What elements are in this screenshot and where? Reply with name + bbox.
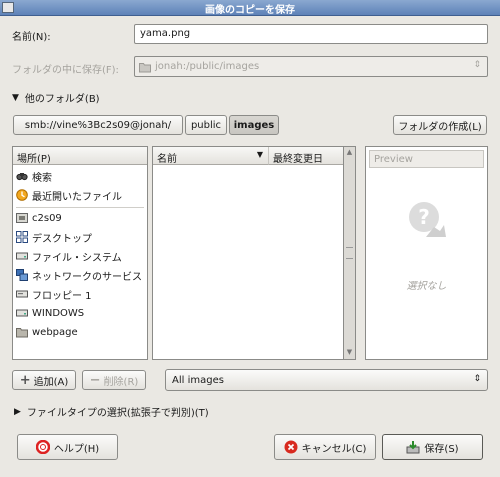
column-header-name-label: 名前 [157, 154, 177, 165]
filename-value: yama.png [140, 28, 191, 39]
places-item-webpage[interactable]: webpage [16, 323, 78, 341]
files-scrollbar[interactable]: ▲ ▼ [344, 146, 356, 360]
path-button-images-label: images [233, 119, 275, 131]
window-title: 画像のコピーを保存 [205, 5, 295, 16]
places-item-label: 最近開いたファイル [32, 191, 122, 203]
other-folders-expander[interactable]: ▼ 他のフォルダ(B) [12, 90, 100, 106]
save-button[interactable]: 保存(S) [382, 434, 483, 460]
places-header[interactable]: 場所(P) [13, 147, 147, 165]
name-label: 名前(N): [12, 32, 51, 43]
path-button-root-label: smb://vine%3Bc2s09@jonah/ [24, 119, 172, 131]
remove-place-button[interactable]: − 削除(R) [82, 370, 146, 390]
places-item-floppy[interactable]: フロッピー 1 [16, 285, 92, 303]
pane-grip-icon [346, 247, 353, 259]
save-in-value: jonah:/public/images [155, 61, 260, 72]
help-button[interactable]: ヘルプ(H) [17, 434, 118, 460]
sort-arrow-icon: ▼ [256, 150, 263, 159]
file-filter-combo[interactable]: All images ⇕ [165, 369, 488, 391]
places-item-desktop[interactable]: デスクトップ [16, 228, 92, 246]
places-item-filesystem[interactable]: ファイル・システム [16, 247, 122, 265]
files-panel: 名前 ▼ 最終変更日 [152, 146, 344, 360]
help-icon [35, 440, 50, 454]
floppy-icon [16, 290, 28, 298]
network-icon [16, 269, 28, 281]
file-filter-value: All images [172, 374, 224, 386]
recent-icon [16, 189, 28, 201]
combo-arrows-icon: ⇕ [473, 374, 481, 384]
add-place-button[interactable]: + 追加(A) [12, 370, 76, 390]
save-in-combo[interactable]: jonah:/public/images ⇕ [134, 56, 488, 77]
create-folder-label: フォルダの作成(L) [398, 121, 482, 133]
scroll-down-arrow-icon[interactable]: ▼ [345, 348, 354, 358]
remove-place-label: 削除(R) [103, 376, 139, 388]
column-header-modified-label: 最終変更日 [273, 154, 323, 165]
preview-panel: Preview ? 選択なし [365, 146, 488, 360]
other-folders-label: 他のフォルダ(B) [24, 94, 100, 105]
title-bar: 画像のコピーを保存 [0, 0, 500, 16]
places-item-label: ファイル・システム [32, 252, 122, 264]
folder-icon [16, 328, 28, 338]
preview-header-label: Preview [374, 154, 413, 165]
places-item-label: デスクトップ [32, 233, 92, 245]
places-item-recent[interactable]: 最近開いたファイル [16, 186, 122, 204]
expander-closed-icon: ▶ [14, 406, 21, 417]
cancel-label: キャンセル(C) [301, 443, 367, 455]
scroll-up-arrow-icon[interactable]: ▲ [345, 148, 354, 158]
places-item-network[interactable]: ネットワークのサービス [16, 266, 142, 284]
places-item-label: フロッピー 1 [32, 290, 92, 302]
drive-icon [16, 309, 28, 317]
cancel-button[interactable]: キャンセル(C) [274, 434, 376, 460]
remove-icon: − [89, 372, 101, 388]
save-label: 保存(S) [424, 443, 459, 455]
add-place-label: 追加(A) [33, 376, 69, 388]
search-icon [16, 173, 28, 181]
places-item-windows[interactable]: WINDOWS [16, 304, 84, 322]
path-button-public[interactable]: public [185, 115, 227, 135]
path-button-root[interactable]: smb://vine%3Bc2s09@jonah/ [13, 115, 183, 135]
save-in-label: フォルダの中に保存(F): [12, 65, 119, 76]
no-preview-icon: ? [409, 202, 446, 237]
home-folder-icon [16, 213, 28, 223]
places-item-label: ネットワークのサービス [32, 271, 142, 283]
places-item-search[interactable]: 検索 [16, 167, 52, 185]
places-header-label: 場所(P) [17, 154, 51, 165]
path-button-public-label: public [190, 119, 222, 131]
combo-arrows-icon: ⇕ [473, 60, 481, 70]
save-icon [406, 441, 420, 454]
folder-icon [139, 62, 151, 72]
column-header-modified[interactable]: 最終変更日 [269, 147, 343, 165]
places-panel: 場所(P) 検索 最近開いたファイル c2s09 デスクトップ ファイル・システ… [12, 146, 148, 360]
cancel-icon [284, 440, 298, 454]
places-item-home[interactable]: c2s09 [16, 209, 62, 227]
file-type-label: ファイルタイプの選択(拡張子で判別)(T) [26, 408, 209, 419]
help-label: ヘルプ(H) [53, 443, 100, 455]
drive-icon [16, 252, 28, 260]
svg-text:?: ? [418, 205, 430, 229]
column-header-name[interactable]: 名前 ▼ [153, 147, 269, 165]
places-item-label: 検索 [32, 172, 52, 184]
file-type-expander[interactable]: ▶ ファイルタイプの選択(拡張子で判別)(T) [14, 404, 209, 420]
expander-open-icon: ▼ [12, 92, 19, 103]
places-item-label: webpage [32, 326, 78, 338]
places-item-label: c2s09 [32, 212, 62, 224]
no-selection-text: 選択なし [406, 281, 447, 292]
preview-header: Preview [369, 150, 484, 168]
desktop-icon [16, 231, 28, 243]
places-item-label: WINDOWS [32, 307, 85, 319]
filename-input[interactable]: yama.png [134, 24, 488, 44]
add-icon: + [19, 372, 31, 388]
path-button-images[interactable]: images [229, 115, 279, 135]
create-folder-button[interactable]: フォルダの作成(L) [393, 115, 487, 135]
places-separator [16, 207, 144, 208]
